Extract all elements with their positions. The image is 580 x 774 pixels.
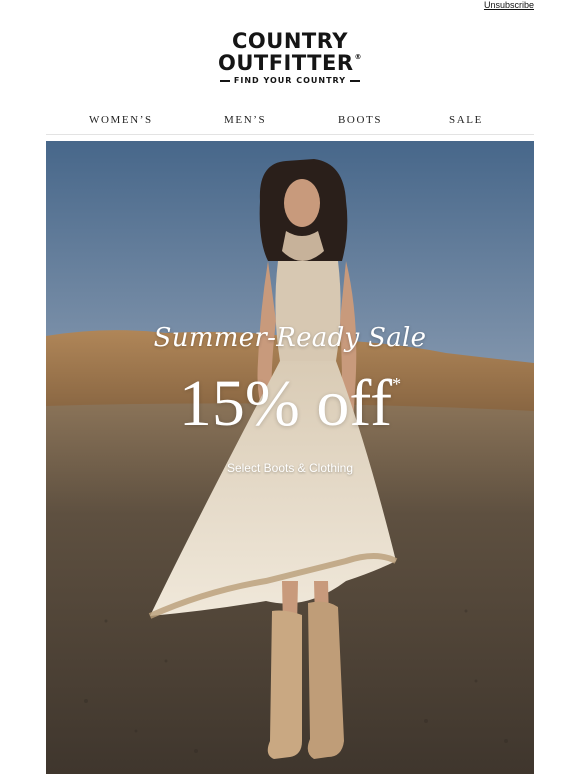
tagline-dash-right — [350, 79, 361, 82]
unsubscribe-link[interactable]: Unsubscribe — [484, 0, 534, 10]
nav-item-sale[interactable]: SALE — [449, 114, 483, 126]
hero-sub-offer: Select Boots & Clothing — [226, 461, 354, 475]
logo-line-2: OUTFITTER® — [0, 52, 580, 74]
hero-photo — [46, 141, 534, 774]
brand-logo[interactable]: COUNTRY OUTFITTER® FIND YOUR COUNTRY — [0, 30, 580, 85]
logo-tagline: FIND YOUR COUNTRY — [0, 76, 580, 85]
registered-mark: ® — [354, 53, 363, 61]
logo-line-2-text: OUTFITTER — [217, 51, 354, 75]
nav-item-womens[interactable]: WOMEN’S — [89, 114, 153, 126]
tagline-dash-left — [219, 79, 230, 82]
logo-line-1: COUNTRY — [232, 29, 348, 53]
hero-script-title: Summer-Ready Sale — [153, 323, 427, 353]
nav-item-boots[interactable]: BOOTS — [338, 114, 382, 126]
hero-offer-asterisk: * — [392, 374, 402, 394]
nav-item-mens[interactable]: MEN’S — [224, 114, 266, 126]
main-nav: WOMEN’S MEN’S BOOTS SALE — [46, 108, 534, 135]
hero-banner[interactable]: Summer-Ready Sale 15% off* Select Boots … — [46, 141, 534, 774]
tagline-text: FIND YOUR COUNTRY — [233, 76, 347, 85]
hero-offer-text: 15% off — [178, 367, 393, 440]
hero-offer: 15% off* — [46, 369, 534, 439]
